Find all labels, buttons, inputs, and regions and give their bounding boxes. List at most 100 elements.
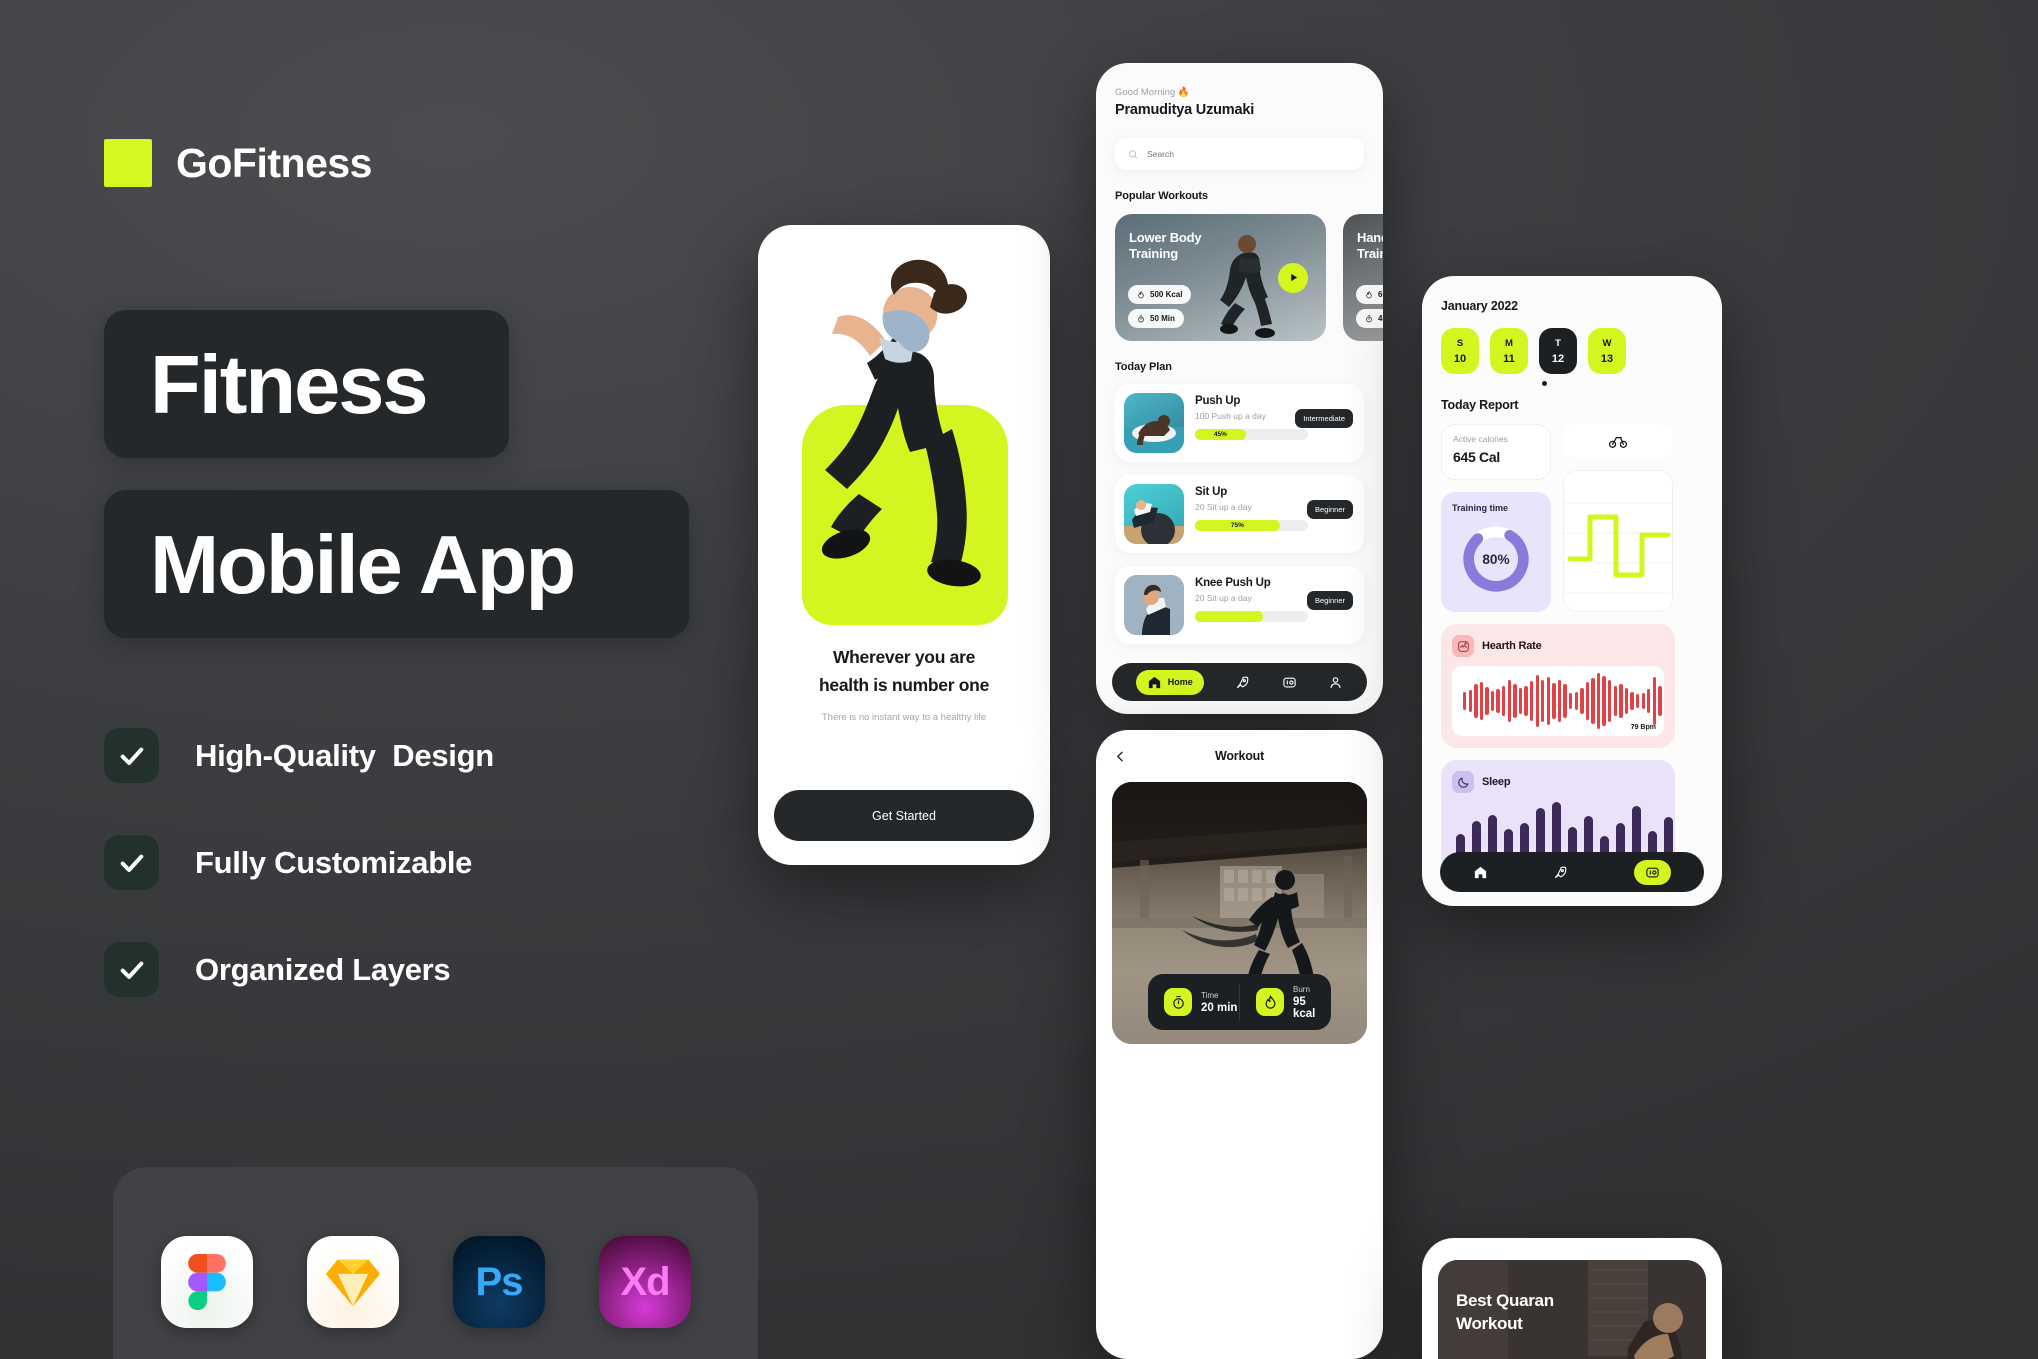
calendar-day-letter: W bbox=[1602, 337, 1612, 349]
workout-duration-text: 40 M bbox=[1378, 314, 1383, 323]
xd-icon: Xd bbox=[599, 1236, 691, 1328]
stats-icon bbox=[1646, 867, 1659, 877]
home-bottom-nav[interactable]: Home bbox=[1112, 663, 1367, 701]
calendar-selected-dot bbox=[1542, 381, 1547, 386]
calendar-day[interactable]: S 10 bbox=[1441, 328, 1479, 374]
quarantine-title: Best Quaran Workout bbox=[1456, 1290, 1666, 1336]
plan-item[interactable]: Knee Push Up 20 Sit up a day Beginner bbox=[1115, 566, 1364, 644]
activity-line-chart bbox=[1564, 471, 1672, 611]
stopwatch-icon bbox=[1138, 315, 1144, 322]
workout-card[interactable]: Lower Body Training 500 Kcal 50 Min bbox=[1115, 214, 1326, 341]
workout-stat-label: Time bbox=[1201, 990, 1219, 1000]
heart-rate-bar bbox=[1647, 689, 1651, 713]
plan-progress-text: 75% bbox=[1230, 522, 1244, 529]
stopwatch-icon bbox=[1366, 315, 1372, 322]
get-started-button[interactable]: Get Started bbox=[774, 790, 1034, 841]
user-name: Pramuditya Uzumaki bbox=[1115, 102, 1255, 118]
tab-home-label: Home bbox=[1167, 677, 1193, 687]
tab-stats[interactable] bbox=[1282, 675, 1297, 690]
workout-duration-pill: 50 Min bbox=[1128, 309, 1184, 328]
kneepushup-photo bbox=[1124, 575, 1184, 635]
plan-progress-bar bbox=[1195, 611, 1308, 622]
feature-item: High-Quality Design bbox=[104, 728, 494, 783]
heart-rate-bar bbox=[1546, 677, 1551, 725]
plan-level-badge: Beginner bbox=[1306, 500, 1353, 519]
headline-line-1: Fitness bbox=[104, 310, 509, 458]
calendar-day[interactable]: M 11 bbox=[1490, 328, 1528, 374]
tab-home[interactable]: Home bbox=[1135, 669, 1204, 695]
plan-item[interactable]: Sit Up 20 Sit up a day Beginner 75% bbox=[1115, 475, 1364, 553]
heart-rate-bar bbox=[1485, 686, 1489, 716]
heart-rate-bar bbox=[1557, 679, 1562, 723]
sketch-icon bbox=[307, 1236, 399, 1328]
feature-label: Fully Customizable bbox=[195, 844, 473, 880]
home-screen: Good Morning 🔥 Pramuditya Uzumaki Popula… bbox=[1096, 63, 1383, 714]
workout-title: Workout bbox=[1214, 749, 1265, 763]
popular-workouts-title: Popular Workouts bbox=[1115, 190, 1208, 202]
play-button[interactable] bbox=[1278, 262, 1308, 293]
workout-duration-pill: 40 M bbox=[1356, 309, 1383, 328]
tab-explore[interactable] bbox=[1235, 675, 1250, 690]
calendar-day-selected[interactable]: T 12 bbox=[1539, 328, 1577, 374]
onboarding-copy: Wherever you are health is number one Th… bbox=[758, 643, 1050, 723]
feature-item: Organized Layers bbox=[104, 942, 494, 997]
workout-card[interactable]: Hand Train 600 40 M bbox=[1343, 214, 1383, 341]
quarantine-title-l2: Workout bbox=[1456, 1313, 1523, 1333]
feature-item: Fully Customizable bbox=[104, 835, 494, 890]
greeting-text: Good Morning 🔥 bbox=[1115, 87, 1190, 98]
plan-thumbnail bbox=[1124, 393, 1184, 453]
plan-level-badge: Beginner bbox=[1306, 591, 1353, 610]
workout-stat-time: Time 20 min bbox=[1148, 988, 1239, 1016]
report-bottom-nav[interactable] bbox=[1440, 852, 1704, 892]
xd-label: Xd bbox=[620, 1259, 670, 1304]
stopwatch-icon bbox=[1164, 988, 1192, 1016]
heart-rate-bar bbox=[1613, 686, 1617, 716]
report-cards-grid: Active calories 645 Cal Training time 80… bbox=[1441, 424, 1703, 612]
tab-stats[interactable] bbox=[1634, 859, 1672, 885]
compatible-apps-bar: Ps Xd bbox=[113, 1167, 758, 1359]
quarantine-workout-screen: Best Quaran Workout bbox=[1422, 1238, 1722, 1359]
heart-rate-bar bbox=[1463, 692, 1467, 710]
calendar-day-number: 12 bbox=[1551, 352, 1565, 365]
heart-rate-bar bbox=[1529, 681, 1534, 721]
heart-rate-bar bbox=[1507, 679, 1512, 723]
heart-rate-label: Hearth Rate bbox=[1482, 640, 1542, 652]
calendar-day[interactable]: W 13 bbox=[1588, 328, 1626, 374]
plan-thumbnail bbox=[1124, 575, 1184, 635]
plan-progress-bar: 75% bbox=[1195, 520, 1308, 531]
heart-rate-bar bbox=[1635, 694, 1640, 708]
workout-kcal-pill: 500 Kcal bbox=[1128, 285, 1192, 304]
workout-title-l1: Hand bbox=[1357, 230, 1383, 245]
headline-line-1-text: Fitness bbox=[150, 337, 429, 431]
calendar-day-strip[interactable]: S 10 M 11 T 12 W 13 bbox=[1441, 328, 1703, 374]
home-icon bbox=[1474, 866, 1486, 878]
workout-kcal-text: 600 bbox=[1378, 290, 1383, 299]
search-bar[interactable] bbox=[1115, 138, 1364, 170]
rocket-icon bbox=[1237, 676, 1249, 688]
heart-rate-bar bbox=[1574, 691, 1578, 711]
plan-progress-bar: 45% bbox=[1195, 429, 1308, 440]
tab-explore[interactable] bbox=[1553, 865, 1568, 880]
calendar-day-number: 13 bbox=[1600, 352, 1614, 365]
heart-rate-bar bbox=[1524, 686, 1528, 716]
workout-card-title: Lower Body Training bbox=[1129, 230, 1249, 261]
heart-rate-bar bbox=[1652, 677, 1657, 725]
check-icon bbox=[104, 728, 159, 783]
headline-line-2-text: Mobile App bbox=[150, 517, 576, 611]
feature-label: High-Quality Design bbox=[195, 737, 494, 773]
popular-workouts-rail[interactable]: Lower Body Training 500 Kcal 50 Min Han … bbox=[1115, 214, 1383, 341]
workout-kcal-text: 500 Kcal bbox=[1150, 290, 1183, 299]
plan-name: Sit Up bbox=[1195, 486, 1228, 498]
plan-thumbnail bbox=[1124, 484, 1184, 544]
brand-swatch-icon bbox=[104, 139, 152, 187]
heart-rate-bar bbox=[1468, 690, 1472, 712]
heart-rate-bar bbox=[1658, 686, 1662, 716]
search-input[interactable] bbox=[1147, 149, 1351, 159]
tab-profile[interactable] bbox=[1328, 675, 1343, 690]
heart-rate-bar bbox=[1474, 684, 1478, 718]
workout-duration-text: 50 Min bbox=[1150, 314, 1175, 323]
workout-title-l2: Train bbox=[1357, 245, 1383, 261]
plan-item[interactable]: Push Up 100 Push up a day Intermediate 4… bbox=[1115, 384, 1364, 462]
onboarding-headline-l1: Wherever you are bbox=[832, 647, 976, 667]
tab-home[interactable] bbox=[1473, 865, 1488, 880]
